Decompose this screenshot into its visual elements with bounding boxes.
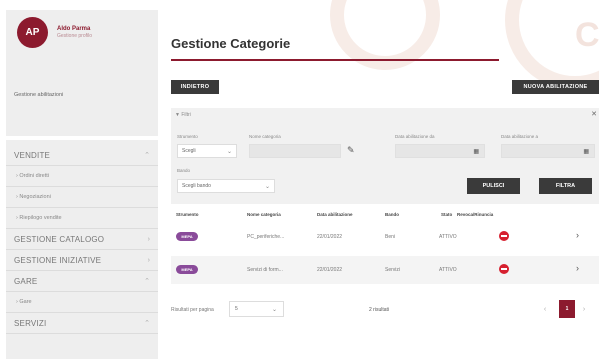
prev-page-button[interactable]: ‹ <box>537 300 553 318</box>
data-cell: 22/01/2022 <box>317 234 343 240</box>
menu-label: GESTIONE INIZIATIVE <box>14 255 102 265</box>
menu-label: › Ordini diretti <box>16 173 50 179</box>
menu-section-gestione-iniziative[interactable]: GESTIONE INIZIATIVE › <box>6 250 158 271</box>
bando-cell: Beni <box>385 234 396 240</box>
column-header[interactable]: Data abilitazione <box>317 212 353 217</box>
stato-cell: ATTIVO <box>439 267 457 273</box>
data-a-label: Data abilitazione a <box>501 134 539 139</box>
chevron-up-icon: ⌃ <box>144 320 150 327</box>
strumento-label: Strumento <box>177 134 198 139</box>
menu-label: VENDITE <box>14 150 51 160</box>
menu-section-servizi[interactable]: SERVIZI ⌃ <box>6 313 158 334</box>
sidebar: AP Aldo Parma Gestione profilo Gestione … <box>6 10 158 359</box>
background-logo: C <box>575 16 599 54</box>
menu-label: GARE <box>14 276 38 286</box>
menu-label: › Gare <box>16 299 32 305</box>
menu-item-riepilogo-vendite[interactable]: › Riepilogo vendite <box>6 208 158 229</box>
profile-link[interactable]: Gestione profilo <box>57 33 92 40</box>
menu-label: › Negoziazioni <box>16 194 51 200</box>
chevron-right-icon: › <box>147 235 150 243</box>
calendar-icon[interactable]: ▦ <box>473 148 479 155</box>
data-a-input[interactable]: ▦ <box>501 144 595 158</box>
table-row[interactable]: MEPA PC_periferiche... 22/01/2022 Beni A… <box>171 223 599 251</box>
per-page-select[interactable]: 5 ⌄ <box>229 301 284 317</box>
revoke-icon[interactable] <box>499 264 509 274</box>
menu-section-gare[interactable]: GARE ⌃ <box>6 271 158 292</box>
bando-select[interactable]: Scegli bando ⌄ <box>177 179 275 193</box>
sidebar-divider <box>6 136 158 140</box>
menu-item-gare[interactable]: › Gare <box>6 292 158 313</box>
chevron-right-icon[interactable]: › <box>576 230 579 240</box>
column-header[interactable]: Stato <box>441 212 452 217</box>
per-page-value: 5 <box>235 306 238 312</box>
revoke-icon[interactable] <box>499 231 509 241</box>
menu-item-negoziazioni[interactable]: › Negoziazioni <box>6 187 158 208</box>
bando-value: Scegli bando <box>182 183 211 189</box>
filters-title-text: Filtri <box>181 112 191 118</box>
filter-icon: ▼ <box>175 112 180 118</box>
chevron-down-icon: ⌄ <box>226 148 232 155</box>
avatar[interactable]: AP <box>17 17 48 48</box>
menu-item-ordini-diretti[interactable]: › Ordini diretti <box>6 166 158 187</box>
per-page-label: Risultati per pagina <box>171 307 214 313</box>
data-da-input[interactable]: ▦ <box>395 144 485 158</box>
menu-label: › Riepilogo vendite <box>16 215 62 221</box>
menu-section-vendite[interactable]: VENDITE ⌃ <box>6 145 158 166</box>
pencil-icon[interactable]: ✎ <box>347 145 355 156</box>
bando-cell: Servizi <box>385 267 401 273</box>
chevron-right-icon[interactable]: › <box>576 263 579 273</box>
filters-panel: ▼ Filtri ✕ Strumento Scegli ⌄ Nome categ… <box>171 108 599 204</box>
profile-info: Aldo Parma Gestione profilo <box>57 25 92 40</box>
nome-categoria-input[interactable] <box>249 144 341 158</box>
filter-button[interactable]: FILTRA <box>539 178 592 194</box>
strumento-badge: MEPA <box>176 265 198 274</box>
strumento-value: Scegli <box>182 148 196 154</box>
menu-label: GESTIONE CATALOGO <box>14 234 105 244</box>
results-count: 2 risultati <box>369 307 390 313</box>
user-name[interactable]: Aldo Parma <box>57 25 92 33</box>
data-cell: 22/01/2022 <box>317 267 343 273</box>
nome-categoria-label: Nome categoria <box>249 134 281 139</box>
title-underline <box>171 59 499 61</box>
menu-section-gestione-catalogo[interactable]: GESTIONE CATALOGO › <box>6 229 158 250</box>
chevron-up-icon: ⌃ <box>144 152 150 159</box>
sidebar-menu: VENDITE ⌃ › Ordini diretti › Negoziazion… <box>6 145 158 334</box>
chevron-down-icon: ⌄ <box>271 306 277 313</box>
back-button[interactable]: INDIETRO <box>171 80 219 94</box>
table-footer: Risultati per pagina 5 ⌄ 2 risultati ‹ ‹… <box>171 298 599 322</box>
table-row[interactable]: MEPA Servizi di form... 22/01/2022 Servi… <box>171 256 599 284</box>
bando-label: Bando <box>177 168 191 173</box>
chevron-right-icon: › <box>147 256 150 264</box>
nome-categoria-cell: Servizi di form... <box>247 267 283 273</box>
chevron-down-icon: ⌄ <box>264 183 270 190</box>
column-header[interactable]: Bando <box>385 212 399 217</box>
nome-categoria-cell: PC_periferiche... <box>247 234 285 240</box>
menu-label: SERVIZI <box>14 318 47 328</box>
app: C AP Aldo Parma Gestione profilo Gestion… <box>0 0 599 359</box>
close-icon[interactable]: ✕ <box>591 110 597 118</box>
filters-title[interactable]: ▼ Filtri <box>175 112 191 118</box>
gestione-abilitazioni-link[interactable]: Gestione abilitazioni <box>14 92 63 98</box>
stato-cell: ATTIVO <box>439 234 457 240</box>
column-header[interactable]: Nome categoria <box>247 212 281 217</box>
clear-button[interactable]: PULISCI <box>467 178 520 194</box>
next-page-button[interactable]: › <box>576 300 592 318</box>
page-title: Gestione Categorie <box>171 36 291 51</box>
strumento-badge: MEPA <box>176 232 198 241</box>
column-header[interactable]: Strumento <box>176 212 199 217</box>
column-header[interactable]: Revoca/Rinuncia <box>457 212 493 217</box>
new-abilitazione-button[interactable]: NUOVA ABILITAZIONE <box>512 80 599 94</box>
page-button-current[interactable]: 1 <box>559 300 575 318</box>
profile[interactable]: AP Aldo Parma Gestione profilo <box>6 10 158 55</box>
calendar-icon[interactable]: ▦ <box>583 148 589 155</box>
data-da-label: Data abilitazione da <box>395 134 435 139</box>
strumento-select[interactable]: Scegli ⌄ <box>177 144 237 158</box>
chevron-up-icon: ⌃ <box>144 278 150 285</box>
